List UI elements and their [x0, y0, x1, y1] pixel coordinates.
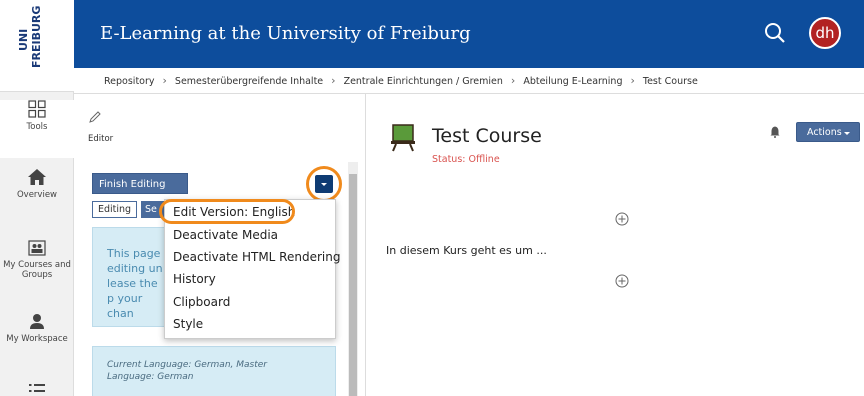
breadcrumb: Repository › Semesterübergreifende Inhalte… [74, 68, 864, 94]
menu-item-clipboard[interactable]: Clipboard [173, 295, 230, 309]
chevron-right-icon: › [630, 74, 635, 87]
rail-item-label: My Workspace [6, 334, 68, 344]
rail-item-label: My Courses and Groups [3, 260, 71, 280]
rail-item-more[interactable] [0, 382, 74, 396]
university-logo[interactable]: UNI FREIBURG [0, 0, 74, 92]
finish-editing-button[interactable]: Finish Editing [92, 173, 188, 194]
add-content-icon[interactable] [615, 274, 629, 288]
grid-icon [28, 100, 46, 118]
rail-item-label: Tools [26, 122, 48, 132]
bell-icon[interactable] [770, 126, 780, 138]
main-content: Test Course Status: Offline Actions In d… [366, 94, 864, 396]
breadcrumb-item[interactable]: Zentrale Einrichtungen / Gremien [344, 76, 503, 87]
list-icon [29, 384, 45, 392]
menu-item-deactivate-html[interactable]: Deactivate HTML Rendering [173, 250, 340, 264]
group-icon [28, 240, 46, 256]
rail-item-label: Overview [16, 190, 58, 200]
rail-item-courses-groups[interactable]: My Courses and Groups [0, 240, 74, 292]
status-label: Status: Offline [432, 154, 500, 165]
highlight-ellipse [159, 199, 295, 224]
tool-editor[interactable]: Editor [88, 110, 113, 144]
scrollbar-thumb[interactable] [349, 174, 357, 396]
chevron-right-icon: › [162, 74, 167, 87]
navigation-rail: UNI FREIBURG Tools Overview My Courses a… [0, 0, 74, 396]
tool-editor-label: Editor [88, 134, 114, 144]
pencil-icon [89, 111, 101, 123]
avatar[interactable]: dh [809, 17, 841, 49]
course-icon [391, 124, 415, 152]
rail-item-overview[interactable]: Overview [0, 168, 74, 220]
menu-item-style[interactable]: Style [173, 317, 203, 331]
breadcrumb-item[interactable]: Test Course [643, 76, 698, 87]
app-title[interactable]: E-Learning at the University of Freiburg [100, 23, 471, 44]
breadcrumb-item[interactable]: Repository [104, 76, 155, 87]
top-header: E-Learning at the University of Freiburg… [74, 0, 864, 68]
rail-item-workspace[interactable]: My Workspace [0, 313, 74, 355]
breadcrumb-item[interactable]: Semesterübergreifende Inhalte [175, 76, 323, 87]
user-icon [30, 314, 44, 329]
course-description[interactable]: In diesem Kurs geht es um ... [386, 244, 547, 257]
info-message-text: This page editing un lease the p your ch… [107, 247, 163, 320]
add-content-icon[interactable] [615, 212, 629, 226]
menu-item-history[interactable]: History [173, 272, 216, 286]
logo-text: UNI FREIBURG [17, 5, 43, 68]
breadcrumb-item[interactable]: Abteilung E-Learning [523, 76, 622, 87]
language-note: Current Language: German, Master Languag… [107, 360, 267, 382]
chevron-right-icon: › [331, 74, 336, 87]
rail-item-tools[interactable]: Tools [0, 100, 74, 158]
home-icon [28, 169, 46, 185]
page-title: Test Course [432, 125, 542, 147]
menu-item-deactivate-media[interactable]: Deactivate Media [173, 228, 278, 242]
actions-button[interactable]: Actions [796, 122, 860, 142]
language-info-box: Current Language: German, Master Languag… [92, 346, 336, 396]
tab-editing[interactable]: Editing [92, 201, 138, 218]
search-icon[interactable] [764, 22, 786, 44]
chevron-right-icon: › [510, 74, 516, 87]
highlight-circle [306, 166, 342, 202]
